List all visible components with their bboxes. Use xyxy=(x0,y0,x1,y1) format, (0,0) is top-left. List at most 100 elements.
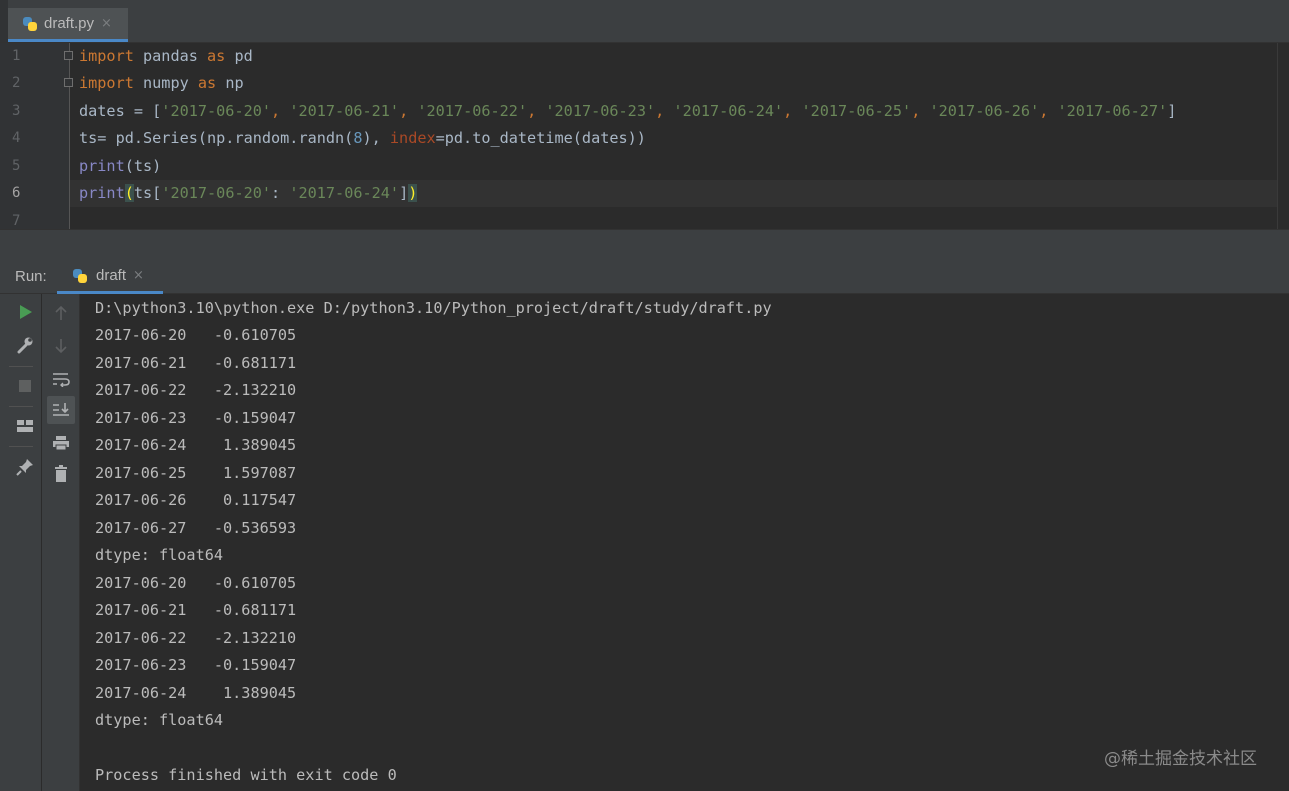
code-token: ] xyxy=(1167,102,1177,120)
console-line: 2017-06-23 -0.159047 xyxy=(95,409,297,427)
panel-splitter[interactable] xyxy=(0,229,1289,260)
code-token: ts[ xyxy=(133,184,162,202)
toolbar-separator xyxy=(9,366,33,367)
line-number: 5 xyxy=(12,158,21,174)
code-token: , xyxy=(271,102,290,120)
console-line: dtype: float64 xyxy=(95,711,224,729)
code-line-3: dates = ['2017-06-20', '2017-06-21', '20… xyxy=(79,98,1176,125)
code-token: as xyxy=(207,47,226,65)
console-line-exit: Process finished with exit code 0 xyxy=(95,766,397,784)
line-number: 1 xyxy=(12,48,21,64)
code-token: '2017-06-23' xyxy=(545,102,656,120)
console-line: 2017-06-20 -0.610705 xyxy=(95,574,297,592)
code-token: '2017-06-26' xyxy=(929,102,1040,120)
scroll-to-end-icon[interactable] xyxy=(47,396,75,424)
code-token: '2017-06-24' xyxy=(289,184,400,202)
console-line: 2017-06-25 1.597087 xyxy=(95,464,297,482)
file-tab-label: draft.py xyxy=(44,15,95,32)
console-line: 2017-06-24 1.389045 xyxy=(95,684,297,702)
code-token: , xyxy=(783,102,802,120)
trash-icon[interactable] xyxy=(49,462,73,486)
code-token: ts= pd.Series(np.random.randn( xyxy=(79,129,354,147)
line-number: 7 xyxy=(12,213,21,229)
pin-icon[interactable] xyxy=(13,455,37,479)
console-line: 2017-06-22 -2.132210 xyxy=(95,629,297,647)
console-line: 2017-06-22 -2.132210 xyxy=(95,381,297,399)
code-token: '2017-06-22' xyxy=(417,102,528,120)
run-panel-title: Run: xyxy=(15,268,47,285)
code-line-2: import numpy as np xyxy=(79,70,244,97)
code-token: index xyxy=(389,129,436,147)
code-line-1: import pandas as pd xyxy=(79,43,253,70)
line-number: 3 xyxy=(12,103,21,119)
run-icon[interactable] xyxy=(13,300,37,324)
python-file-icon xyxy=(22,16,38,32)
line-number-gutter: 1 2 3 4 5 6 7 xyxy=(0,43,70,229)
code-token: , xyxy=(1039,102,1058,120)
wrench-icon[interactable] xyxy=(13,333,37,357)
run-toolbar-primary xyxy=(0,294,42,791)
code-token: , xyxy=(399,102,418,120)
line-number: 4 xyxy=(12,130,21,146)
code-token: print xyxy=(79,184,125,202)
console-line: 2017-06-24 1.389045 xyxy=(95,436,297,454)
toolbar-separator xyxy=(9,406,33,407)
code-token: '2017-06-20' xyxy=(161,184,272,202)
code-line-4: ts= pd.Series(np.random.randn(8), index=… xyxy=(79,125,646,152)
code-token: : xyxy=(271,184,290,202)
layout-icon[interactable] xyxy=(13,414,37,438)
run-tab-label: draft xyxy=(96,267,127,284)
code-line-5: print(ts) xyxy=(79,153,161,180)
console-line: dtype: float64 xyxy=(95,546,224,564)
close-tab-icon[interactable]: × xyxy=(101,16,112,31)
code-editor[interactable]: 1 2 3 4 5 6 7 import pandas as pd import… xyxy=(0,43,1289,229)
code-token: dates = [ xyxy=(79,102,162,120)
code-token: print xyxy=(79,157,125,175)
code-token: , xyxy=(911,102,930,120)
console-line: 2017-06-26 0.117547 xyxy=(95,491,297,509)
code-token: '2017-06-24' xyxy=(673,102,784,120)
code-token: , xyxy=(655,102,674,120)
toolbar-separator xyxy=(9,446,33,447)
code-token: ] xyxy=(399,184,409,202)
run-toolbar-secondary xyxy=(42,294,80,791)
file-tab-draft-py[interactable]: draft.py × xyxy=(8,8,128,42)
code-token: , xyxy=(527,102,546,120)
soft-wrap-icon[interactable] xyxy=(49,367,73,391)
code-token: import xyxy=(79,74,134,92)
code-token: '2017-06-21' xyxy=(289,102,400,120)
code-token: ( xyxy=(124,184,134,202)
console-line: 2017-06-27 -0.536593 xyxy=(95,519,297,537)
editor-tab-bar: draft.py × xyxy=(0,0,1289,43)
code-token: '2017-06-20' xyxy=(161,102,272,120)
code-token: as xyxy=(197,74,217,92)
code-token: pandas xyxy=(133,47,208,65)
tab-bar-left-strip xyxy=(0,0,8,42)
stop-icon[interactable] xyxy=(13,374,37,398)
run-console-output[interactable]: D:\python3.10\python.exe D:/python3.10/P… xyxy=(80,294,1289,791)
code-token: =pd.to_datetime(dates)) xyxy=(435,129,646,147)
code-token: '2017-06-25' xyxy=(801,102,912,120)
close-run-tab-icon[interactable]: × xyxy=(133,268,144,283)
console-line: D:\python3.10\python.exe D:/python3.10/P… xyxy=(95,299,772,317)
watermark: @稀土掘金技术社区 xyxy=(1104,749,1257,769)
right-margin-guide xyxy=(1277,43,1278,229)
code-token: numpy xyxy=(133,74,198,92)
code-token: '2017-06-27' xyxy=(1057,102,1168,120)
code-line-6: print(ts['2017-06-20': '2017-06-24']) xyxy=(79,180,418,207)
run-tab-draft[interactable]: draft × xyxy=(57,260,163,294)
fold-marker-icon[interactable] xyxy=(64,78,73,87)
print-icon[interactable] xyxy=(49,431,73,455)
console-line: 2017-06-21 -0.681171 xyxy=(95,354,297,372)
code-token: np xyxy=(216,74,244,92)
code-token: ), xyxy=(362,129,390,147)
code-token: import xyxy=(79,47,134,65)
code-token: (ts) xyxy=(124,157,162,175)
console-line: 2017-06-23 -0.159047 xyxy=(95,656,297,674)
arrow-down-icon[interactable] xyxy=(49,334,73,358)
line-number-current: 6 xyxy=(12,185,21,201)
code-token: ) xyxy=(408,184,418,202)
fold-marker-icon[interactable] xyxy=(64,51,73,60)
code-token: pd xyxy=(225,47,253,65)
arrow-up-icon[interactable] xyxy=(49,301,73,325)
